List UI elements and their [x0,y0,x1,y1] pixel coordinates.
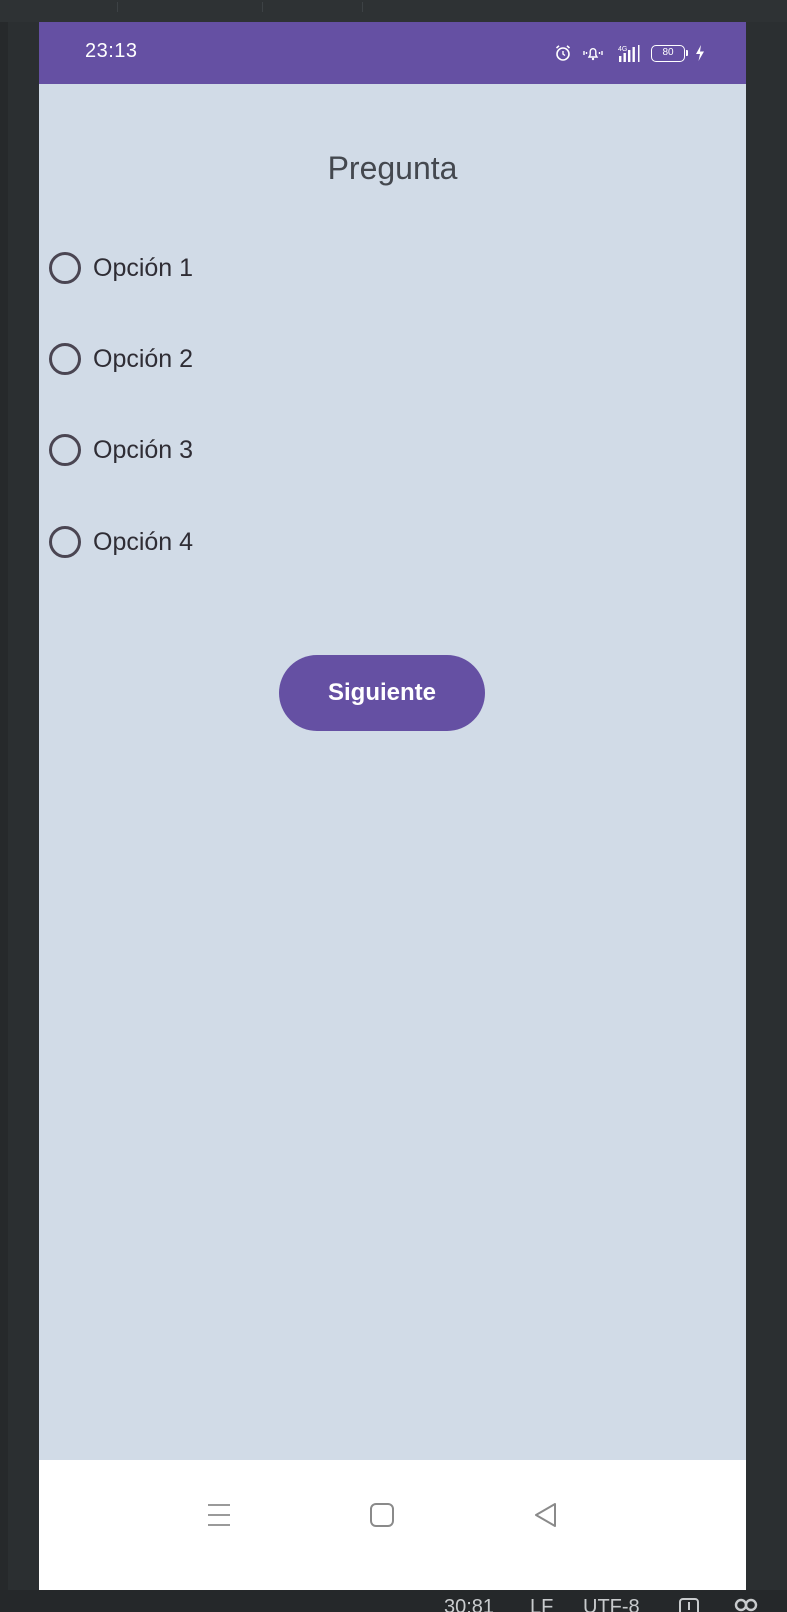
cursor-position[interactable]: 30:81 [444,1596,494,1612]
emulator-stage: 23:13 4G 80 Pregunta Opción 1 Opción 2 O… [0,0,787,1612]
home-icon[interactable] [369,1500,395,1530]
battery-icon: 80 [651,44,688,62]
radio-circle[interactable] [49,526,81,558]
memory-indicator-icon[interactable] [734,1598,760,1612]
ide-tab-divider [117,2,118,12]
navigation-bar [39,1460,746,1590]
signal-4g-icon: 4G [618,45,640,62]
option-label: Opción 1 [93,253,194,282]
radio-circle[interactable] [49,252,81,284]
line-separator[interactable]: LF [530,1596,553,1612]
back-icon[interactable] [533,1500,557,1530]
option-4-radio[interactable]: Opción 4 [49,520,193,564]
radio-circle[interactable] [49,343,81,375]
vibrate-icon [583,48,603,61]
file-encoding[interactable]: UTF-8 [583,1596,640,1612]
next-button[interactable]: Siguiente [279,655,485,731]
option-label: Opción 3 [93,435,194,464]
status-time: 23:13 [85,40,138,62]
radio-circle[interactable] [49,434,81,466]
ide-tab-divider [262,2,263,12]
indent-icon[interactable] [678,1598,700,1612]
ide-top-strip [0,0,787,22]
status-bar: 23:13 4G 80 [39,22,746,84]
ide-status-bar: 30:81 LF UTF-8 [0,1590,787,1612]
ide-tab-divider [362,2,363,12]
ide-left-rail [0,22,8,1590]
option-label: Opción 4 [93,527,194,556]
option-1-radio[interactable]: Opción 1 [49,246,193,290]
status-icons: 4G 80 [554,41,706,65]
charging-icon [696,45,704,61]
phone-screen: 23:13 4G 80 Pregunta Opción 1 Opción 2 O… [39,22,746,1590]
option-label: Opción 2 [93,344,194,373]
question-title: Pregunta [327,150,458,186]
menu-icon[interactable] [207,1500,231,1530]
svg-text:4G: 4G [618,46,627,53]
alarm-icon [555,45,571,61]
option-3-radio[interactable]: Opción 3 [49,428,193,472]
option-2-radio[interactable]: Opción 2 [49,337,193,381]
